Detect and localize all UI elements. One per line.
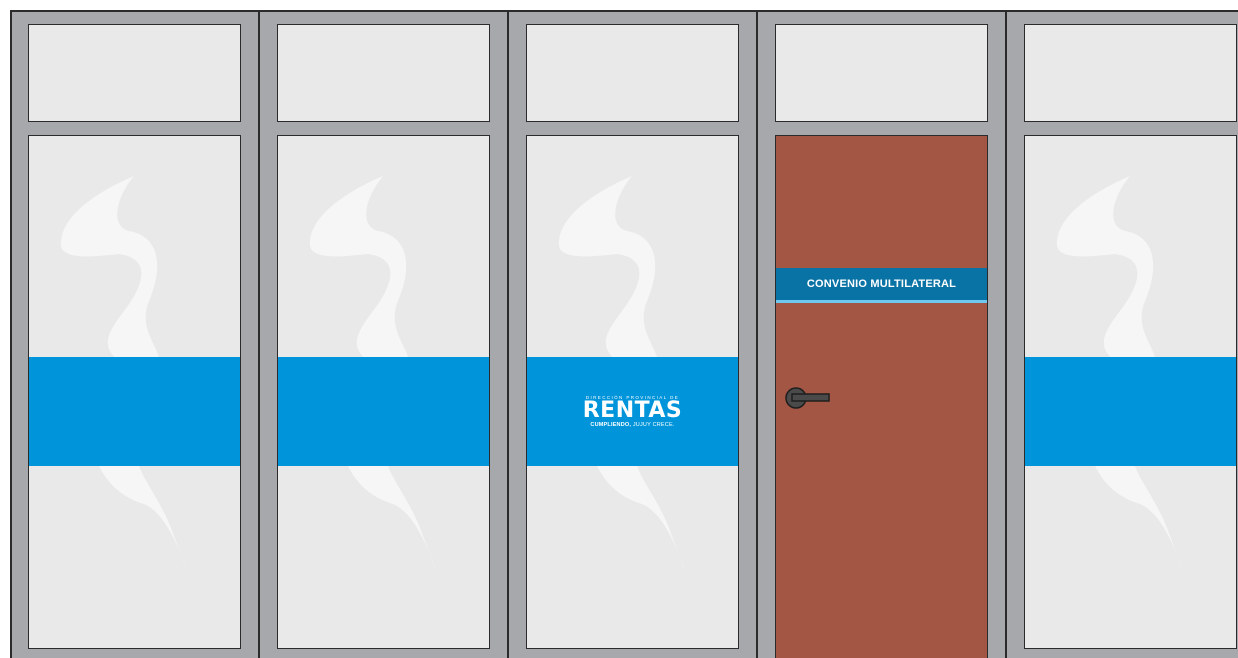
mullion (507, 10, 509, 658)
mullion (258, 10, 260, 658)
blue-band (29, 357, 240, 466)
logo-tagline: CUMPLIENDO, JUJUY CRECE. (590, 422, 674, 429)
transom-window (28, 24, 241, 122)
blue-band (1025, 357, 1236, 466)
entrance-door[interactable]: CONVENIO MULTILATERAL (775, 135, 988, 658)
glass-panel (28, 135, 241, 649)
transom-window (1024, 24, 1237, 122)
door-sign: CONVENIO MULTILATERAL (776, 268, 987, 303)
logo-main-text: RENTAS (582, 397, 683, 423)
transom-window (526, 24, 739, 122)
mullion (756, 10, 758, 658)
logo-tagline-bold: CUMPLIENDO, (590, 421, 632, 428)
transom-window (277, 24, 490, 122)
mullion (1005, 10, 1007, 658)
rentas-logo: DIRECCIÓN PROVINCIAL DE RENTAS CUMPLIEND… (527, 357, 738, 466)
glass-panel-logo: DIRECCIÓN PROVINCIAL DE RENTAS CUMPLIEND… (526, 135, 739, 649)
glass-panel (277, 135, 490, 649)
blue-band: DIRECCIÓN PROVINCIAL DE RENTAS CUMPLIEND… (527, 357, 738, 466)
lever-handle-icon[interactable] (782, 386, 832, 416)
blue-band (278, 357, 489, 466)
logo-tagline-rest: JUJUY CRECE. (632, 421, 675, 428)
transom-window (775, 24, 988, 122)
glass-panel (1024, 135, 1237, 649)
